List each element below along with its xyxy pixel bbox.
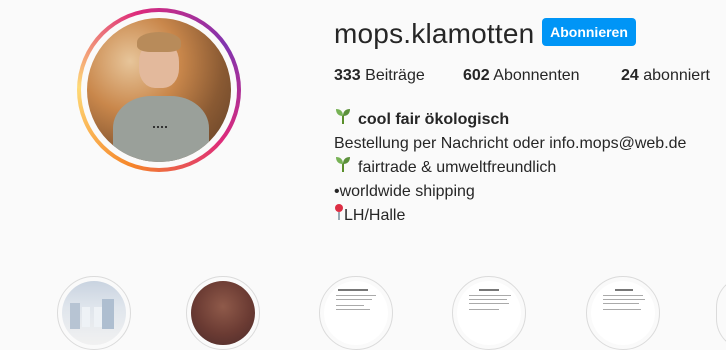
bio-line-3-text: •worldwide shipping <box>334 183 475 200</box>
stat-followers-count: 602 <box>463 67 490 84</box>
stat-following[interactable]: 24 abonniert <box>621 67 710 85</box>
story-ring[interactable] <box>77 8 241 172</box>
stat-posts[interactable]: 333 Beiträge <box>334 67 425 85</box>
bio-line-2: fairtrade & umweltfreundlich <box>334 156 686 180</box>
profile-bio: cool fair ökologisch Bestellung per Nach… <box>334 108 686 228</box>
avatar-hair <box>137 32 181 52</box>
bio-line-4: LH/Halle <box>334 204 686 228</box>
bio-line-1: Bestellung per Nachricht oder info.mops@… <box>334 132 686 156</box>
stat-followers[interactable]: 602 Abonnenten <box>463 67 580 85</box>
avatar-gap <box>81 12 237 168</box>
bio-line-4-text: LH/Halle <box>344 207 406 224</box>
highlight-cover-document <box>457 281 521 345</box>
highlight-cover-image <box>191 281 255 345</box>
bio-line-2-text: fairtrade & umweltfreundlich <box>358 159 557 176</box>
story-highlight[interactable] <box>586 276 660 350</box>
pushpin-icon <box>334 203 344 229</box>
follow-button[interactable]: Abonnieren <box>542 18 636 46</box>
bio-name-line: cool fair ökologisch <box>334 108 686 132</box>
bio-line-3: •worldwide shipping <box>334 180 686 204</box>
avatar[interactable] <box>87 18 231 162</box>
bio-display-name: cool fair ökologisch <box>358 111 510 128</box>
story-highlight[interactable] <box>186 276 260 350</box>
seedling-icon <box>334 107 352 133</box>
seedling-icon <box>334 155 352 181</box>
profile-username: mops.klamotten <box>334 18 535 49</box>
stat-following-count: 24 <box>621 67 639 84</box>
story-highlight[interactable] <box>716 276 726 350</box>
story-highlight[interactable] <box>319 276 393 350</box>
story-highlight[interactable] <box>452 276 526 350</box>
stat-followers-label: Abonnenten <box>493 67 580 84</box>
avatar-shirt-print <box>153 126 167 138</box>
highlight-cover-image <box>62 281 126 345</box>
highlight-cover-document <box>324 281 388 345</box>
bio-line-1-text: Bestellung per Nachricht oder info.mops@… <box>334 135 687 152</box>
stat-posts-label: Beiträge <box>365 67 425 84</box>
stat-posts-count: 333 <box>334 67 361 84</box>
highlight-cover-document <box>591 281 655 345</box>
story-highlight[interactable] <box>57 276 131 350</box>
stat-following-label: abonniert <box>643 67 710 84</box>
